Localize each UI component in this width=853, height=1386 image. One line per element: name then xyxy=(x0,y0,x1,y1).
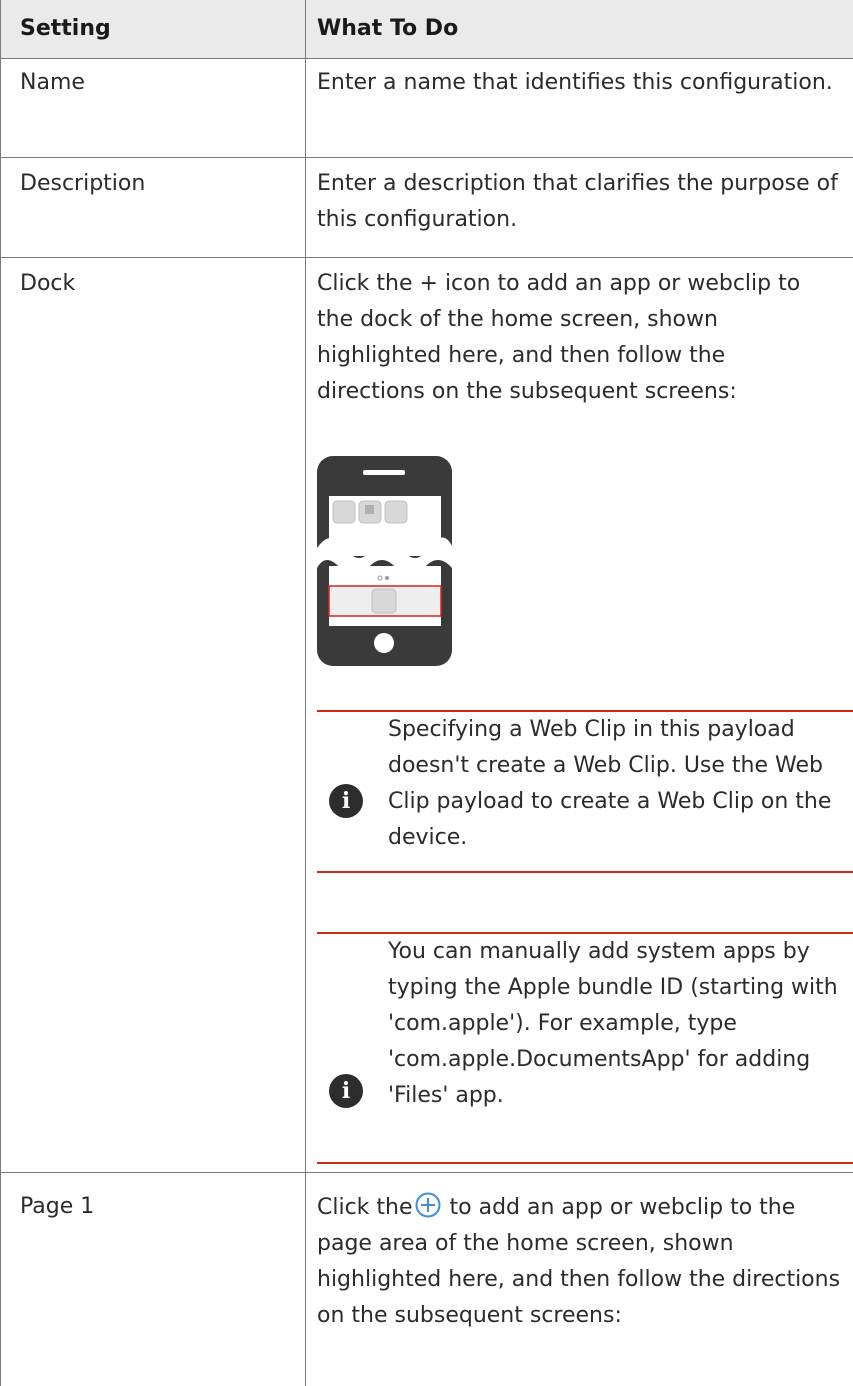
info-icon: i xyxy=(329,784,363,818)
plus-circle-icon xyxy=(415,1192,441,1218)
header-setting: Setting xyxy=(20,16,111,41)
table-left-border xyxy=(0,0,1,1386)
row-dock-setting: Dock xyxy=(20,271,76,296)
row-name-setting: Name xyxy=(20,70,85,95)
row-divider xyxy=(0,157,853,158)
note-text: You can manually add system apps by typi… xyxy=(388,939,838,1108)
row-page1-description: Click the to add an app or webclip to th… xyxy=(317,1190,843,1334)
phone-illustration xyxy=(317,456,452,666)
note-bottom-rule xyxy=(317,871,853,873)
note-bottom-rule xyxy=(317,1162,853,1164)
row-dock-description: Click the + icon to add an app or webcli… xyxy=(317,271,801,404)
row-divider xyxy=(0,1172,853,1173)
row-divider xyxy=(0,257,853,258)
row-description-description: Enter a description that clarifies the p… xyxy=(317,171,838,232)
info-icon: i xyxy=(329,1074,363,1108)
row-page1-setting: Page 1 xyxy=(20,1194,95,1219)
table-header: Setting What To Do xyxy=(0,0,853,59)
row-name-description: Enter a name that identifies this config… xyxy=(317,70,833,95)
column-divider xyxy=(305,0,306,1386)
row-description-setting: Description xyxy=(20,171,146,196)
note-text: Specifying a Web Clip in this payload do… xyxy=(388,717,832,850)
header-what-to-do: What To Do xyxy=(317,16,459,41)
page1-text-before: Click the xyxy=(317,1195,413,1220)
